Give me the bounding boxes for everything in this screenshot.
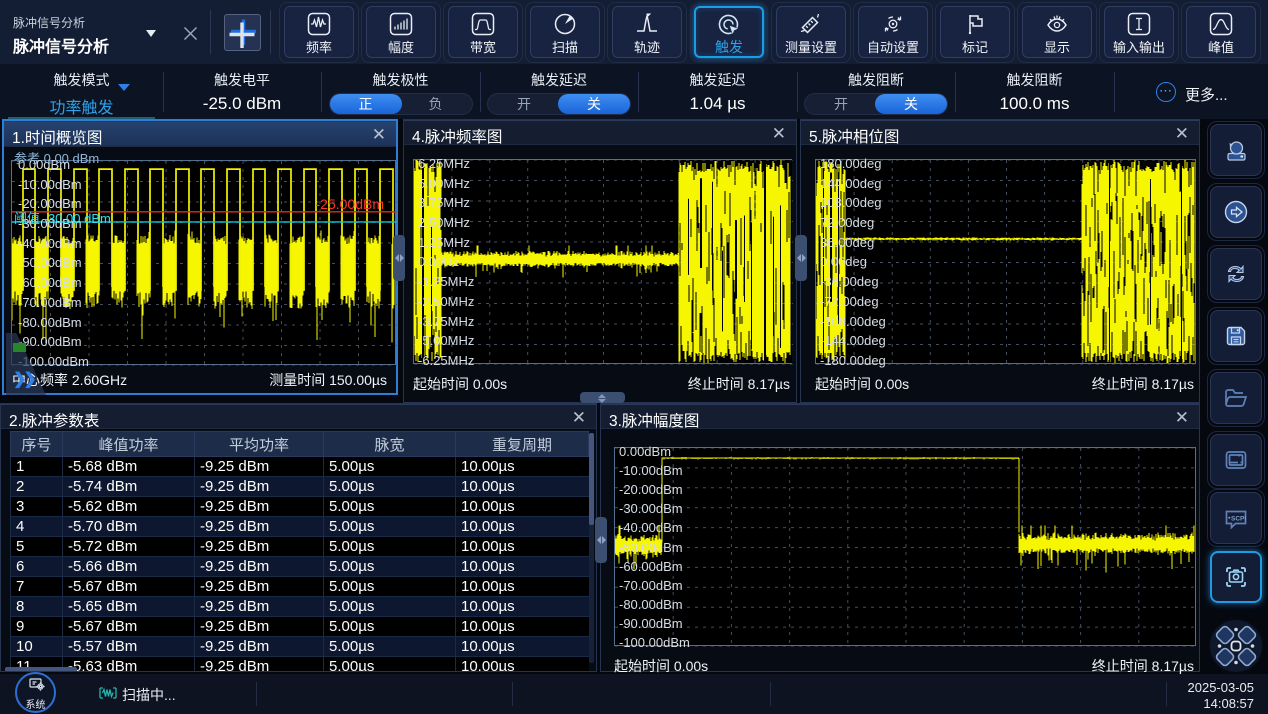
svg-text:SCPI: SCPI bbox=[1231, 516, 1246, 523]
